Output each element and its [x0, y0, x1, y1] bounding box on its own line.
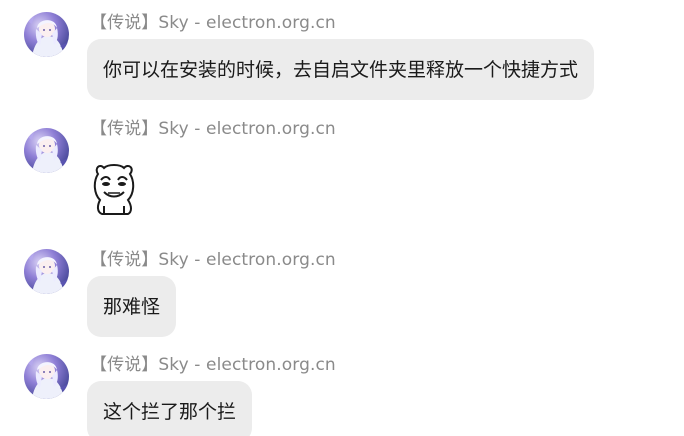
sender-avatar[interactable] — [24, 12, 69, 57]
sender-avatar[interactable] — [24, 249, 69, 294]
message-bubble[interactable]: 这个拦了那个拦 — [87, 381, 253, 436]
message-bubble[interactable]: 那难怪 — [87, 276, 177, 337]
sender-name: 【传说】Sky - electron.org.cn — [90, 250, 336, 270]
chat-message-list[interactable]: 【传说】Sky - electron.org.cn 你可以在安装的时候，去自启文… — [0, 0, 684, 436]
sender-avatar[interactable] — [24, 128, 69, 173]
sender-name: 【传说】Sky - electron.org.cn — [90, 119, 336, 139]
meme-bear-sticker-icon[interactable] — [88, 160, 140, 220]
sender-name: 【传说】Sky - electron.org.cn — [90, 13, 336, 33]
message-bubble[interactable]: 你可以在安装的时候，去自启文件夹里释放一个快捷方式 — [87, 39, 595, 100]
sender-name: 【传说】Sky - electron.org.cn — [90, 355, 336, 375]
sender-avatar[interactable] — [24, 354, 69, 399]
